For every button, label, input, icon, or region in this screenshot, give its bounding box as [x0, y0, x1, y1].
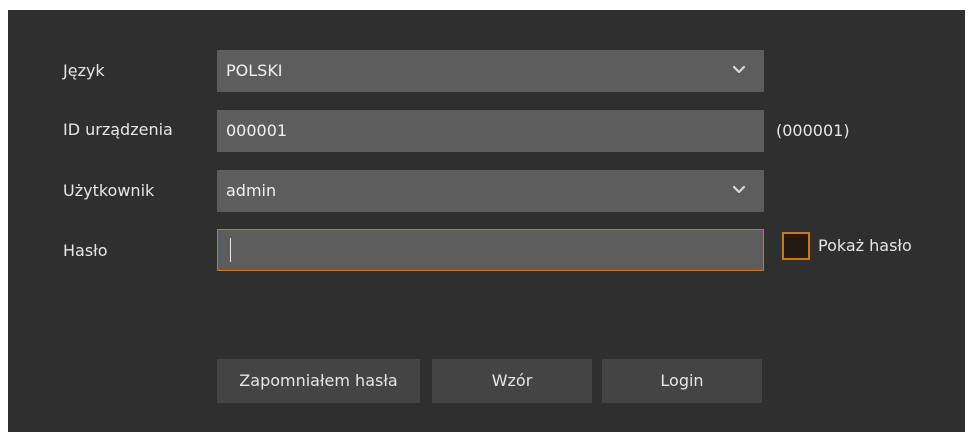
show-password-label[interactable]: Pokaż hasło: [818, 236, 912, 256]
chevron-down-icon: [732, 185, 746, 194]
device-id-value: 000001: [226, 121, 288, 140]
login-button[interactable]: Login: [602, 359, 762, 403]
device-id-hint: (000001): [776, 121, 850, 140]
text-cursor: [230, 238, 231, 262]
password-field[interactable]: [217, 229, 764, 271]
user-select[interactable]: admin: [217, 170, 764, 212]
forgot-password-button[interactable]: Zapomniałem hasła: [217, 359, 420, 403]
user-value: admin: [226, 181, 277, 200]
user-label: Użytkownik: [63, 181, 155, 200]
login-dialog: Język POLSKI ID urządzenia 000001 (00000…: [8, 10, 965, 432]
language-value: POLSKI: [226, 61, 283, 80]
language-select[interactable]: POLSKI: [217, 50, 764, 92]
language-label: Język: [63, 61, 105, 80]
show-password-checkbox[interactable]: [782, 232, 810, 260]
password-label: Hasło: [63, 241, 108, 260]
pattern-button[interactable]: Wzór: [432, 359, 592, 403]
device-id-field[interactable]: 000001: [217, 110, 764, 152]
chevron-down-icon: [732, 65, 746, 74]
device-id-label: ID urządzenia: [63, 120, 173, 139]
